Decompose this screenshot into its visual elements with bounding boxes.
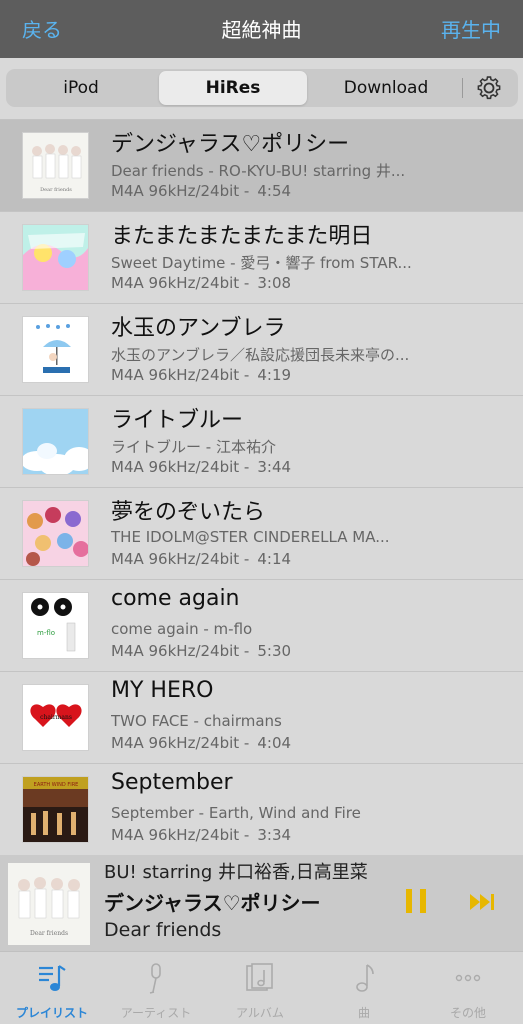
track-list: Dear friends デンジャラス♡ポリシー Dear friends - …	[0, 120, 523, 856]
playlist-icon	[37, 962, 67, 994]
track-subtitle: Dear friends - RO-KYU-BU! starring 井...	[111, 162, 406, 180]
track-format: M4A 96kHz/24bit -	[111, 826, 250, 844]
track-duration: 4:19	[257, 366, 292, 384]
track-row[interactable]: chairmans MY HERO TWO FACE - chairmans M…	[0, 672, 523, 764]
track-meta: M4A 96kHz/24bit - 3:34	[111, 826, 291, 844]
gear-icon[interactable]	[474, 74, 504, 102]
track-row[interactable]: またまたまたまたまた明日 Sweet Daytime - 愛弓・響子 from …	[0, 212, 523, 304]
now-playing-album-art: Dear friends	[8, 863, 90, 945]
skip-forward-icon[interactable]	[468, 891, 498, 913]
now-playing-artist: Dear friends	[104, 919, 222, 941]
track-duration: 3:34	[257, 826, 292, 844]
segment-download[interactable]: Download	[309, 71, 463, 105]
track-meta: M4A 96kHz/24bit - 3:08	[111, 274, 291, 292]
album-icon	[245, 962, 275, 994]
track-format: M4A 96kHz/24bit -	[111, 182, 250, 200]
album-art: chairmans	[22, 684, 89, 751]
track-title: MY HERO	[111, 678, 214, 703]
tab-label: プレイリスト	[15, 1006, 88, 1020]
microphone-icon	[141, 962, 171, 994]
segment-bar: iPod HiRes Download	[0, 58, 523, 120]
track-duration: 4:14	[257, 550, 292, 568]
album-art	[22, 316, 89, 383]
tab-artist[interactable]: アーティスト	[104, 952, 208, 1024]
tab-playlist[interactable]: プレイリスト	[0, 952, 104, 1024]
track-row[interactable]: 夢をのぞいたら THE IDOLM@STER CINDERELLA MA... …	[0, 488, 523, 580]
track-row[interactable]: 水玉のアンブレラ 水玉のアンブレラ／私設応援団長未来亭の... M4A 96kH…	[0, 304, 523, 396]
tab-label: アルバム	[236, 1006, 284, 1020]
track-meta: M4A 96kHz/24bit - 4:54	[111, 182, 291, 200]
track-title: September	[111, 770, 233, 795]
segment-divider	[462, 78, 463, 98]
track-duration: 3:44	[257, 458, 292, 476]
track-meta: M4A 96kHz/24bit - 4:19	[111, 366, 291, 384]
album-art: EARTH WIND FIRE	[22, 776, 89, 843]
segment-ipod[interactable]: iPod	[6, 71, 156, 105]
svg-text:EARTH WIND FIRE: EARTH WIND FIRE	[34, 782, 79, 788]
track-meta: M4A 96kHz/24bit - 3:44	[111, 458, 291, 476]
track-meta: M4A 96kHz/24bit - 4:04	[111, 734, 291, 752]
tab-label: その他	[449, 1006, 486, 1020]
track-subtitle: ライトブルー - 江本祐介	[111, 438, 276, 456]
album-art: m-flo	[22, 592, 89, 659]
more-icon	[453, 962, 483, 994]
track-subtitle: Sweet Daytime - 愛弓・響子 from STAR...	[111, 254, 412, 272]
now-playing-scroll-text: BU! starring 井口裕香,日高里菜	[104, 862, 368, 883]
album-art	[22, 500, 89, 567]
tab-songs[interactable]: 曲	[312, 952, 416, 1024]
svg-text:Dear friends: Dear friends	[40, 187, 72, 193]
track-format: M4A 96kHz/24bit -	[111, 366, 250, 384]
album-art	[22, 408, 89, 475]
track-format: M4A 96kHz/24bit -	[111, 550, 250, 568]
track-subtitle: TWO FACE - chairmans	[111, 712, 282, 730]
track-duration: 4:54	[257, 182, 292, 200]
tab-album[interactable]: アルバム	[208, 952, 312, 1024]
source-segmented-control: iPod HiRes Download	[6, 69, 518, 107]
track-title: 夢をのぞいたら	[111, 500, 266, 525]
track-format: M4A 96kHz/24bit -	[111, 734, 250, 752]
track-format: M4A 96kHz/24bit -	[111, 274, 250, 292]
track-duration: 4:04	[257, 734, 292, 752]
segment-hires[interactable]: HiRes	[159, 71, 307, 105]
tab-label: 曲	[357, 1006, 370, 1020]
now-playing-button[interactable]: 再生中	[441, 14, 501, 43]
tab-bar: プレイリスト アーティスト アルバム 曲 その他	[0, 951, 523, 1024]
track-duration: 5:30	[257, 642, 292, 660]
tab-more[interactable]: その他	[416, 952, 520, 1024]
track-subtitle: September - Earth, Wind and Fire	[111, 804, 361, 822]
navigation-bar: 戻る 超絶神曲 再生中	[0, 0, 523, 58]
track-meta: M4A 96kHz/24bit - 4:14	[111, 550, 291, 568]
track-row[interactable]: ライトブルー ライトブルー - 江本祐介 M4A 96kHz/24bit - 3:…	[0, 396, 523, 488]
now-playing-title: デンジャラス♡ポリシー	[104, 891, 321, 915]
mini-player[interactable]: Dear friends BU! starring 井口裕香,日高里菜 デンジャ…	[0, 855, 523, 951]
track-subtitle: THE IDOLM@STER CINDERELLA MA...	[111, 528, 390, 546]
svg-text:m-flo: m-flo	[37, 629, 55, 637]
music-note-icon	[349, 962, 379, 994]
track-title: ライトブルー	[111, 408, 244, 433]
album-art	[22, 224, 89, 291]
track-format: M4A 96kHz/24bit -	[111, 642, 250, 660]
track-row[interactable]: Dear friends デンジャラス♡ポリシー Dear friends - …	[0, 120, 523, 212]
svg-text:Dear friends: Dear friends	[30, 930, 68, 937]
tab-label: アーティスト	[120, 1006, 192, 1020]
track-title: またまたまたまたまた明日	[111, 224, 373, 249]
track-duration: 3:08	[257, 274, 292, 292]
track-subtitle: 水玉のアンブレラ／私設応援団長未来亭の...	[111, 346, 410, 364]
track-title: come again	[111, 586, 240, 611]
track-title: 水玉のアンブレラ	[111, 316, 286, 341]
track-subtitle: come again - m-flo	[111, 620, 253, 638]
album-art: Dear friends	[22, 132, 89, 199]
track-meta: M4A 96kHz/24bit - 5:30	[111, 642, 291, 660]
track-title: デンジャラス♡ポリシー	[111, 132, 350, 157]
track-format: M4A 96kHz/24bit -	[111, 458, 250, 476]
pause-icon[interactable]	[402, 887, 430, 915]
track-row[interactable]: m-flo come again come again - m-flo M4A …	[0, 580, 523, 672]
svg-text:chairmans: chairmans	[40, 714, 72, 721]
track-row[interactable]: EARTH WIND FIRE September September - Ea…	[0, 764, 523, 856]
